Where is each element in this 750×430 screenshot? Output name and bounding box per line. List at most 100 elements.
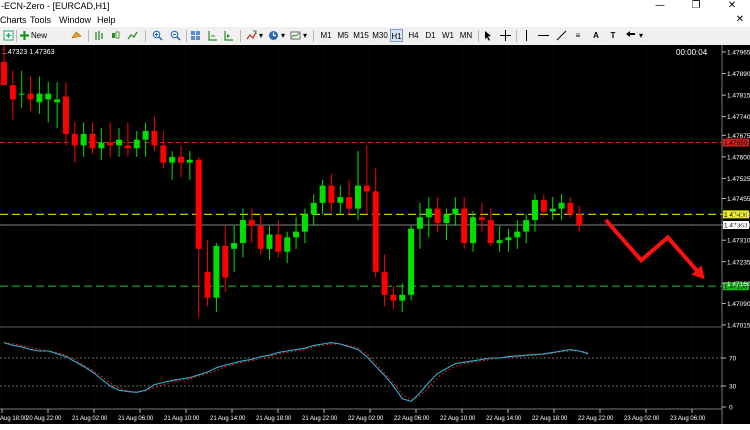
candle-body bbox=[567, 202, 574, 215]
candle-body bbox=[89, 133, 96, 149]
time-tick-label: 22 Aug 22:00 bbox=[578, 416, 614, 422]
time-tick-label: 21 Aug 14:00 bbox=[210, 416, 246, 422]
candle-body bbox=[36, 93, 43, 103]
candle-body bbox=[239, 220, 246, 244]
cursor-icon[interactable] bbox=[483, 30, 494, 41]
menu-window[interactable]: Window bbox=[59, 13, 91, 27]
time-tick-label: 22 Aug 02:00 bbox=[348, 416, 384, 422]
timeframe-h4[interactable]: H4 bbox=[407, 29, 420, 42]
label-tool-icon[interactable]: T bbox=[608, 29, 618, 42]
templates-dropdown-icon[interactable]: ▾ bbox=[302, 29, 308, 42]
candlestick-icon[interactable] bbox=[110, 30, 121, 41]
candle-body bbox=[27, 93, 34, 100]
candle-body bbox=[540, 199, 547, 212]
periods-dropdown-icon[interactable]: ▾ bbox=[280, 29, 286, 42]
candle-body bbox=[151, 131, 158, 146]
chart-tab-bar[interactable] bbox=[0, 424, 750, 430]
candle-body bbox=[275, 234, 282, 252]
crosshair-icon[interactable] bbox=[500, 30, 511, 41]
timeframe-m5[interactable]: M5 bbox=[336, 29, 350, 42]
new-chart-icon[interactable] bbox=[3, 30, 14, 41]
time-tick-label: 22 Aug 06:00 bbox=[394, 416, 430, 422]
chart-shift-icon[interactable] bbox=[207, 30, 218, 41]
candle-body bbox=[293, 231, 300, 238]
line-chart-icon[interactable] bbox=[127, 30, 138, 41]
candle-body bbox=[443, 214, 450, 223]
candle-body bbox=[116, 139, 123, 146]
menu-tools[interactable]: Tools bbox=[30, 13, 51, 27]
zoom-out-icon[interactable] bbox=[170, 30, 181, 41]
candle-body bbox=[416, 217, 423, 229]
window-title: -ECN-Zero - [EURCAD,H1] bbox=[1, 1, 110, 11]
timeframe-mn[interactable]: MN bbox=[458, 29, 474, 42]
candle-body bbox=[532, 199, 538, 221]
candle-body bbox=[523, 220, 530, 232]
candle-body bbox=[169, 156, 176, 163]
timeframe-m1[interactable]: M1 bbox=[319, 29, 333, 42]
candle-body bbox=[54, 99, 61, 103]
zoom-in-icon[interactable] bbox=[152, 30, 163, 41]
candle-body bbox=[363, 185, 370, 192]
autoscroll-icon[interactable] bbox=[223, 30, 234, 41]
vertical-line-icon[interactable] bbox=[521, 30, 532, 41]
candle-body bbox=[160, 145, 167, 163]
price-tick-label: 1.47965 bbox=[727, 50, 750, 57]
timeframe-m15[interactable]: M15 bbox=[352, 29, 370, 42]
menu-charts[interactable]: Charts bbox=[0, 13, 27, 27]
window-titlebar: -ECN-Zero - [EURCAD,H1] — ❐ ✕ bbox=[0, 0, 750, 13]
candle-body bbox=[195, 159, 202, 249]
channel-tool-icon[interactable]: ≡ bbox=[573, 29, 583, 42]
menu-help[interactable]: Help bbox=[97, 13, 116, 27]
time-tick-label: 23 Aug 02:00 bbox=[624, 416, 660, 422]
candle-body bbox=[549, 208, 556, 212]
candle-body bbox=[328, 185, 335, 203]
chart-close-icon[interactable]: ✕ bbox=[736, 13, 744, 27]
candle-body bbox=[231, 243, 238, 249]
bar-chart-icon[interactable] bbox=[94, 30, 105, 41]
indicators-dropdown-icon[interactable]: ▾ bbox=[258, 29, 264, 42]
price-tick-label: 1.47400 bbox=[727, 212, 750, 219]
time-tick-label: 21 Aug 10:00 bbox=[164, 416, 200, 422]
autotrading-icon[interactable] bbox=[71, 30, 82, 41]
text-tool-icon[interactable]: A bbox=[591, 29, 601, 42]
timeframe-m30[interactable]: M30 bbox=[371, 29, 389, 42]
candle-body bbox=[470, 217, 477, 244]
periods-icon[interactable] bbox=[268, 30, 279, 41]
arrows-dropdown-icon[interactable]: ▾ bbox=[638, 29, 644, 42]
trendline-icon[interactable] bbox=[556, 30, 567, 41]
close-button[interactable]: ✕ bbox=[714, 0, 750, 13]
chart-area[interactable]: 1.47323 1.47363 00:00:04 1.47650 1.47400 1… bbox=[0, 45, 750, 424]
timeframe-d1[interactable]: D1 bbox=[424, 29, 437, 42]
price-tick-label: 1.47890 bbox=[727, 71, 750, 78]
timeframe-h1[interactable]: H1 bbox=[390, 29, 403, 42]
candle-body bbox=[266, 234, 273, 249]
candle-body bbox=[310, 202, 317, 215]
new-order-button[interactable]: New Order bbox=[31, 29, 67, 53]
candle-body bbox=[452, 208, 459, 215]
price-tick-label: 1.47675 bbox=[727, 133, 750, 140]
restore-button[interactable]: ❐ bbox=[678, 0, 714, 13]
indicators-icon[interactable] bbox=[246, 30, 257, 41]
minimize-button[interactable]: — bbox=[642, 0, 678, 13]
candle-body bbox=[505, 237, 512, 241]
timeframe-w1[interactable]: W1 bbox=[441, 29, 455, 42]
candle-body bbox=[408, 228, 415, 295]
arrows-tool-icon[interactable] bbox=[625, 30, 636, 41]
candle-body bbox=[496, 240, 503, 244]
candle-body bbox=[372, 191, 379, 272]
price-tick-label: 1.47363 bbox=[727, 222, 750, 229]
time-tick-label: 21 Aug 22:00 bbox=[302, 416, 338, 422]
horizontal-line-icon[interactable] bbox=[538, 30, 549, 41]
level-price-label: 1.47650 bbox=[724, 140, 748, 147]
tile-windows-icon[interactable] bbox=[190, 30, 201, 41]
candle-body bbox=[204, 271, 211, 298]
candle-body bbox=[107, 142, 114, 146]
templates-icon[interactable] bbox=[290, 30, 301, 41]
price-tick-label: 1.47090 bbox=[727, 301, 750, 308]
candle-body bbox=[514, 231, 521, 238]
price-tick-label: 1.47160 bbox=[727, 281, 750, 288]
time-tick-label: 22 Aug 18:00 bbox=[532, 416, 568, 422]
time-tick-label: 21 Aug 02:00 bbox=[72, 416, 108, 422]
time-tick-label: 21 Aug 18:00 bbox=[256, 416, 292, 422]
time-tick-label: 21 Aug 06:00 bbox=[118, 416, 154, 422]
